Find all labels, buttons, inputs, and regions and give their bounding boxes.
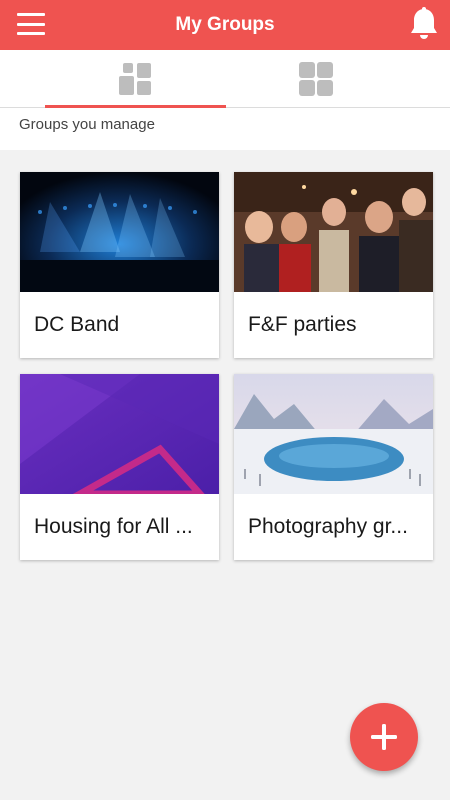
page-title: My Groups (175, 14, 275, 35)
grid-icon (299, 62, 333, 96)
concert-photo (20, 172, 219, 292)
group-name: Housing for All ... (34, 515, 193, 538)
dashboard-icon (119, 63, 151, 95)
app-bar: My Groups (0, 0, 450, 50)
purple-abstract-photo (20, 374, 219, 494)
party-photo (234, 172, 433, 292)
plus-icon (371, 724, 397, 750)
menu-icon[interactable] (17, 13, 45, 35)
section-label: Groups you manage (0, 108, 450, 150)
group-card[interactable]: Housing for All ... (20, 374, 219, 560)
bell-icon[interactable] (408, 6, 440, 42)
add-group-button[interactable] (350, 703, 418, 771)
group-card[interactable]: F&F parties (234, 172, 433, 358)
tab-dashboard[interactable] (45, 50, 225, 108)
winter-lake-photo (234, 374, 433, 494)
tab-grid[interactable] (226, 50, 406, 108)
group-name: DC Band (34, 313, 120, 336)
group-name: F&F parties (248, 313, 357, 336)
group-name: Photography gr... (248, 515, 408, 538)
tab-bar (0, 50, 450, 108)
group-card[interactable]: DC Band (20, 172, 219, 358)
group-card[interactable]: Photography gr... (234, 374, 433, 560)
